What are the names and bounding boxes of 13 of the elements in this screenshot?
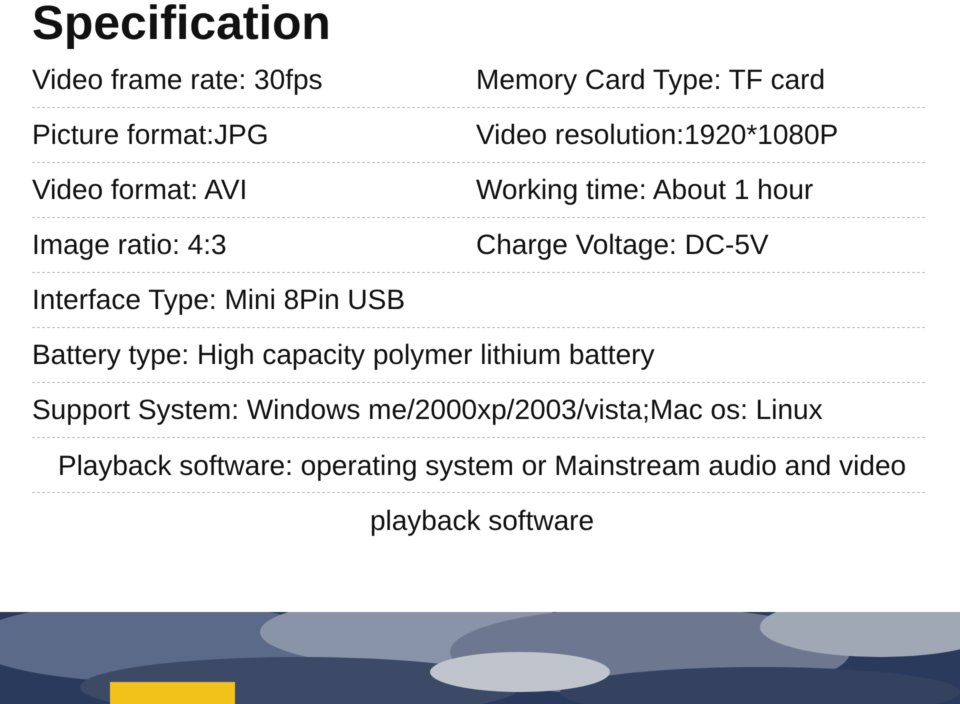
spec-text: Video resolution:1920*1080P	[476, 118, 838, 152]
page-title: Specification	[32, 0, 332, 50]
spec-text: Image ratio: 4:3	[32, 228, 228, 262]
spec-text: Video format: AVI	[32, 173, 248, 207]
spec-text: Video frame rate: 30fps	[32, 63, 324, 97]
spec-text: Working time: About 1 hour	[476, 173, 814, 207]
spec-text: Memory Card Type: TF card	[476, 63, 826, 97]
spec-text: Support System: Windows me/2000xp/2003/vista;Mac os: Linux	[32, 393, 823, 427]
spec-text: Picture format:JPG	[32, 118, 270, 152]
spec-text: Battery type: High capacity polymer lithium battery	[32, 338, 654, 372]
spec-text: Playback software: operating system or Mainstream audio and video playback software	[56, 449, 908, 538]
spec-text: Interface Type: Mini 8Pin USB	[32, 283, 405, 317]
spec-text: Charge Voltage: DC-5V	[476, 228, 769, 262]
